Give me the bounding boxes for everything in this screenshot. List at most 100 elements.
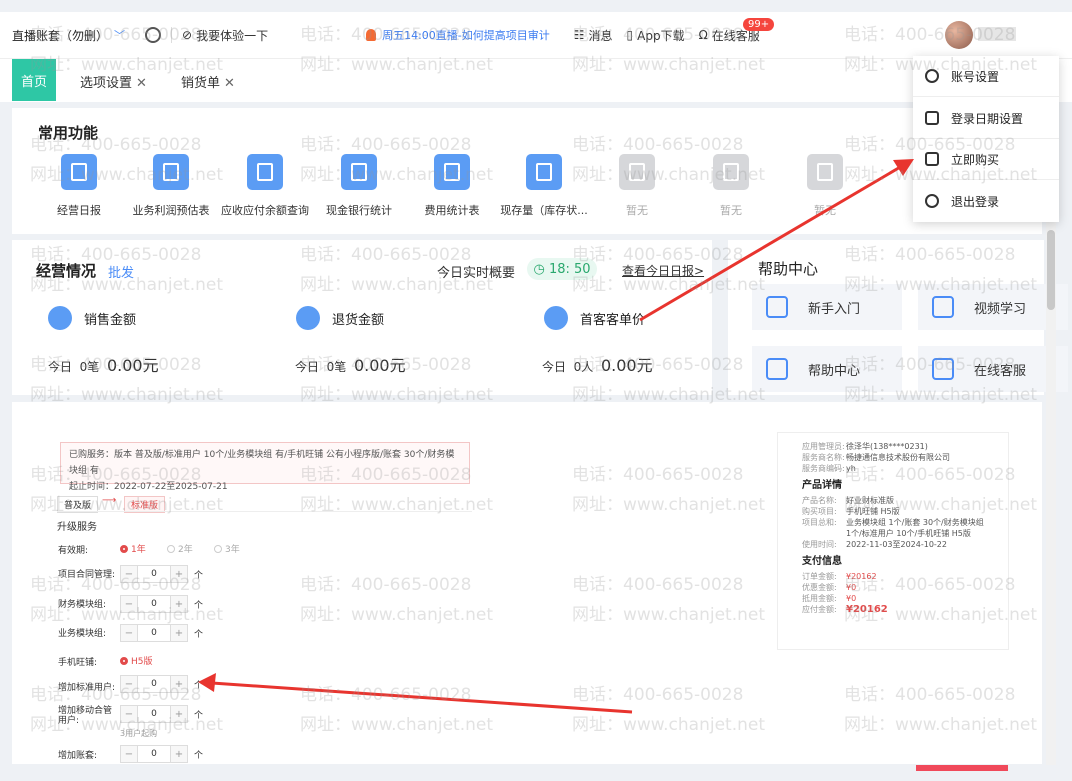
func-profit-estimate[interactable]: 业务利润预估表 bbox=[126, 154, 216, 218]
help-newbie[interactable]: 新手入门 bbox=[752, 284, 902, 330]
user-note: 3用户起购 bbox=[120, 729, 158, 738]
list-icon bbox=[526, 154, 562, 190]
purchased-line: 已购服务：版本 普及版/标准用户 10个/业务模块组 有/手机旺铺 公有小程序版… bbox=[69, 450, 455, 476]
menu-account-settings[interactable]: 账号设置 bbox=[913, 56, 1059, 96]
chevron-down-icon[interactable]: ﹀ bbox=[114, 27, 125, 43]
video-icon bbox=[932, 296, 954, 318]
placeholder-icon bbox=[713, 154, 749, 190]
message-count-badge: 99+ bbox=[743, 18, 775, 31]
realtime-label: 今日实时概要 bbox=[437, 266, 516, 281]
tab-option-settings[interactable]: 选项设置 ✕ bbox=[80, 72, 147, 91]
tab-home[interactable]: 首页 bbox=[12, 59, 56, 101]
tab-bar: 首页 选项设置 ✕ 销货单 ✕ bbox=[0, 58, 1072, 102]
phone-icon: ▯ bbox=[626, 28, 634, 42]
experience-link[interactable]: ⊘ 我要体验一下 bbox=[182, 27, 268, 44]
menu-buy-now[interactable]: 立即购买 bbox=[913, 139, 1059, 179]
menu-login-date[interactable]: 登录日期设置 bbox=[913, 98, 1059, 138]
metric-label: 销售金额 bbox=[84, 313, 137, 328]
validity-2y[interactable]: 2年 bbox=[167, 542, 193, 555]
business-overview-card: 经营情况 批发 今日实时概要 ◷ 18: 50 查看今日日报> 销售金额 今日 … bbox=[12, 240, 712, 395]
live-notice[interactable]: 周五14:00直播-如何提高项目审计 bbox=[382, 27, 550, 43]
user-dropdown-menu: 账号设置 登录日期设置 立即购买 退出登录 bbox=[913, 56, 1059, 222]
metric-value: 今日 0笔 0.00元 bbox=[295, 356, 406, 375]
project-contract-label: 项目合同管理: bbox=[58, 570, 116, 580]
tab-label: 选项设置 bbox=[80, 76, 133, 91]
bell-icon bbox=[366, 29, 377, 41]
checklist-icon bbox=[766, 296, 788, 318]
close-icon[interactable]: ✕ bbox=[224, 76, 235, 91]
tab-label: 销货单 bbox=[181, 76, 221, 91]
wallet-icon bbox=[48, 306, 72, 330]
metric-label: 退货金额 bbox=[332, 313, 385, 328]
messages-button[interactable]: ☷ 消息 bbox=[574, 27, 613, 44]
avatar[interactable] bbox=[945, 21, 973, 49]
headset-icon: Ω bbox=[698, 28, 708, 42]
func-daily-report[interactable]: 经营日报 bbox=[34, 154, 124, 218]
document-icon bbox=[766, 358, 788, 380]
func-label: 暂无 bbox=[720, 204, 742, 217]
divider bbox=[171, 27, 173, 43]
menu-label: 立即购买 bbox=[951, 152, 1000, 167]
quantity-stepper[interactable]: −0 + 个 bbox=[120, 595, 203, 613]
app-download-button[interactable]: ▯ App下载 bbox=[627, 27, 685, 44]
upgrade-screenshot: 已购服务：版本 普及版/标准用户 10个/业务模块组 有/手机旺铺 公有小程序版… bbox=[12, 402, 1042, 771]
business-module-label: 业务模块组: bbox=[58, 629, 107, 639]
placeholder-icon bbox=[807, 154, 843, 190]
section-title: 帮助中心 bbox=[758, 260, 819, 278]
scrollbar[interactable] bbox=[1046, 220, 1056, 765]
upgrade-service-title: 升级服务 bbox=[57, 522, 97, 533]
func-label: 现金银行统计 bbox=[326, 204, 392, 217]
quantity-stepper[interactable]: −0 + 个 bbox=[120, 745, 203, 763]
messages-label: 消息 bbox=[588, 28, 613, 43]
submit-button[interactable] bbox=[916, 765, 1008, 771]
leaf-icon: ⊘ bbox=[182, 28, 193, 42]
close-icon[interactable]: ✕ bbox=[136, 76, 147, 91]
view-daily-link[interactable]: 查看今日日报> bbox=[622, 262, 704, 279]
help-label: 视频学习 bbox=[974, 301, 1027, 317]
help-label: 在线客服 bbox=[974, 363, 1027, 379]
mobile-shop-label: 手机旺铺: bbox=[58, 658, 98, 668]
func-cash-bank[interactable]: 现金银行统计 bbox=[314, 154, 404, 218]
validity-3y[interactable]: 3年 bbox=[214, 542, 240, 555]
scrollbar-thumb[interactable] bbox=[1047, 230, 1055, 310]
help-center-link[interactable]: 帮助中心 bbox=[752, 346, 902, 392]
help-label: 帮助中心 bbox=[808, 363, 861, 379]
tab-sales-order[interactable]: 销货单 ✕ bbox=[181, 72, 235, 91]
account-selector[interactable]: 直播账套（勿删） bbox=[12, 27, 108, 44]
customer-icon bbox=[544, 306, 568, 330]
divider bbox=[57, 511, 472, 512]
help-label: 新手入门 bbox=[808, 301, 861, 317]
validity-1y[interactable]: 1年 bbox=[120, 542, 146, 555]
menu-logout[interactable]: 退出登录 bbox=[913, 181, 1059, 221]
order-detail: 应用管理员: 徐泽华(138****0231) 服务商名称: 畅捷通信息技术股份有限… bbox=[777, 432, 1009, 650]
batch-link[interactable]: 批发 bbox=[108, 262, 134, 281]
standard-user-stepper[interactable]: −0 + 个 bbox=[120, 675, 203, 693]
func-empty: 暂无 bbox=[686, 154, 776, 218]
func-label: 经营日报 bbox=[57, 204, 101, 217]
calendar-icon bbox=[434, 154, 470, 190]
gear-icon[interactable] bbox=[145, 27, 162, 43]
func-label: 应收应付余额查询 bbox=[221, 204, 309, 217]
func-receivable-query[interactable]: 应收应付余额查询 bbox=[220, 154, 310, 218]
mobile-shop-h5[interactable]: H5版 bbox=[120, 654, 153, 667]
quantity-stepper[interactable]: −0 + 个 bbox=[120, 624, 203, 642]
message-icon: ☷ bbox=[573, 28, 585, 42]
quantity-stepper[interactable]: −0 + 个 bbox=[120, 705, 203, 723]
quantity-stepper[interactable]: −0 + 个 bbox=[120, 565, 203, 583]
func-empty: 暂无 bbox=[780, 154, 870, 218]
divider bbox=[913, 96, 1059, 97]
divider bbox=[913, 179, 1059, 180]
func-expense-stats[interactable]: 费用统计表 bbox=[407, 154, 497, 218]
common-functions-card: 常用功能 经营日报 业务利润预估表 应收应付余额查询 现金银行统计 费用统计表 … bbox=[12, 108, 1042, 234]
add-standard-user-label: 增加标准用户: bbox=[58, 683, 116, 693]
top-bar: 直播账套（勿删） ﹀ ⊘ 我要体验一下 周五14:00直播-如何提高项目审计 ☷… bbox=[0, 12, 1072, 58]
calendar-icon bbox=[925, 111, 939, 125]
return-icon bbox=[296, 306, 320, 330]
func-label: 暂无 bbox=[626, 204, 648, 217]
app-download-label: App下载 bbox=[637, 28, 685, 43]
add-mobile-manager-label: 增加移动合管用户: bbox=[58, 706, 113, 726]
func-stock[interactable]: 现存量（库存状... bbox=[499, 154, 589, 218]
func-label: 现存量（库存状... bbox=[500, 204, 588, 217]
help-center-card: 帮助中心 新手入门 视频学习 帮助中心 在线客服 bbox=[728, 240, 1068, 395]
finance-module-label: 财务模块组: bbox=[58, 600, 107, 610]
